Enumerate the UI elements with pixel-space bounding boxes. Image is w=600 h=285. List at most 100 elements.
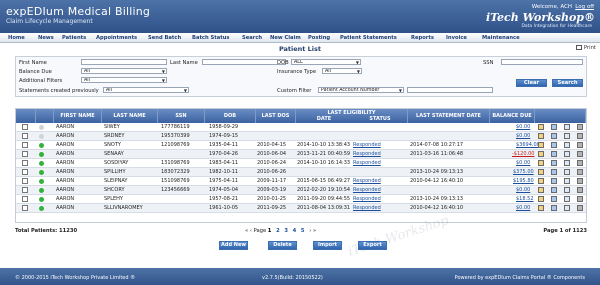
delete-row-icon[interactable]: [577, 124, 583, 130]
claim-icon[interactable]: [551, 142, 557, 148]
first-name-input[interactable]: [81, 59, 167, 65]
balance-link[interactable]: $0.00: [516, 124, 530, 130]
last-name-header[interactable]: LAST NAME: [102, 109, 158, 123]
claim-icon[interactable]: [551, 205, 557, 211]
last-name-input[interactable]: [202, 59, 286, 65]
eligibility-status-link[interactable]: Responded: [353, 196, 381, 202]
statements-select[interactable]: All: [103, 87, 189, 93]
nav-posting[interactable]: Posting: [308, 35, 330, 41]
nav-invoice[interactable]: Invoice: [446, 35, 467, 41]
last-page-icon[interactable]: »: [313, 228, 316, 234]
balance-link[interactable]: $0.00: [516, 187, 530, 193]
date-subheader[interactable]: DATE: [296, 116, 352, 123]
nav-home[interactable]: Home: [8, 35, 25, 41]
eligibility-status-link[interactable]: Responded: [353, 178, 381, 184]
logout-link[interactable]: Log off: [575, 4, 594, 10]
table-row[interactable]: AARON SLEIPNAY 151098769 1975-04-11 2009…: [16, 177, 586, 186]
claim-icon[interactable]: [551, 151, 557, 157]
last-dos-header[interactable]: LAST DOS: [256, 109, 296, 123]
edit-icon[interactable]: [538, 178, 544, 184]
edit-icon[interactable]: [538, 124, 544, 130]
claim-icon[interactable]: [551, 169, 557, 175]
table-row[interactable]: AARON SNOTY 121098769 1935-04-11 2010-04…: [16, 141, 586, 150]
page-3[interactable]: 3: [284, 228, 288, 234]
statement-date-header[interactable]: LAST STATEMENT DATE: [408, 109, 490, 123]
delete-row-icon[interactable]: [577, 187, 583, 193]
ssn-input[interactable]: [501, 59, 583, 65]
eligibility-status-link[interactable]: Responded: [353, 160, 381, 166]
page-2[interactable]: 2: [276, 228, 280, 234]
statement-icon[interactable]: [564, 151, 570, 157]
statement-icon[interactable]: [564, 133, 570, 139]
print-button[interactable]: Print: [575, 45, 596, 51]
eligibility-status-link[interactable]: Responded: [353, 142, 381, 148]
row-checkbox[interactable]: [22, 169, 28, 175]
edit-icon[interactable]: [538, 205, 544, 211]
claim-icon[interactable]: [551, 178, 557, 184]
table-row[interactable]: AARON SOSDIYAY 131098769 1983-04-11 2010…: [16, 159, 586, 168]
statement-icon[interactable]: [564, 178, 570, 184]
claim-icon[interactable]: [551, 187, 557, 193]
table-row[interactable]: AARON SIWEY 177786119 1958-09-29 $0.00: [16, 123, 586, 132]
balance-link[interactable]: $18.52: [516, 196, 534, 202]
edit-icon[interactable]: [538, 142, 544, 148]
delete-row-icon[interactable]: [577, 169, 583, 175]
prev-page-icon[interactable]: ‹: [250, 228, 252, 234]
claim-icon[interactable]: [551, 133, 557, 139]
edit-icon[interactable]: [538, 151, 544, 157]
delete-row-icon[interactable]: [577, 142, 583, 148]
row-checkbox[interactable]: [22, 124, 28, 130]
statement-icon[interactable]: [564, 124, 570, 130]
nav-maintenance[interactable]: Maintenance: [482, 35, 520, 41]
delete-row-icon[interactable]: [577, 160, 583, 166]
clear-button[interactable]: Clear: [516, 79, 547, 87]
first-page-icon[interactable]: «: [245, 228, 248, 234]
ssn-header[interactable]: SSN: [158, 109, 205, 123]
nav-news[interactable]: News: [38, 35, 54, 41]
export-button[interactable]: Export: [358, 241, 387, 250]
claim-icon[interactable]: [551, 160, 557, 166]
table-row[interactable]: AARON SHCORY 123456669 1974-05-04 2009-0…: [16, 186, 586, 195]
statement-icon[interactable]: [564, 187, 570, 193]
statement-icon[interactable]: [564, 196, 570, 202]
additional-filters-select[interactable]: All: [81, 77, 167, 83]
balance-link[interactable]: $3694.00: [516, 142, 540, 148]
edit-icon[interactable]: [538, 169, 544, 175]
row-checkbox[interactable]: [22, 142, 28, 148]
statement-icon[interactable]: [564, 142, 570, 148]
table-row[interactable]: AARON SENAAY 1970-04-26 2010-06-04 2013-…: [16, 150, 586, 159]
eligibility-status-link[interactable]: Responded: [353, 187, 381, 193]
row-checkbox[interactable]: [22, 178, 28, 184]
table-row[interactable]: AARON SPLEHY 1957-08-21 2010-01-25 2011-…: [16, 195, 586, 204]
page-5[interactable]: 5: [301, 228, 305, 234]
nav-search[interactable]: Search: [242, 35, 262, 41]
table-row[interactable]: AARON SLLIVNAROMEY 1961-10-05 2011-09-25…: [16, 204, 586, 213]
eligibility-status-link[interactable]: Responded: [353, 205, 381, 211]
row-checkbox[interactable]: [22, 133, 28, 139]
balance-link[interactable]: $195.80: [513, 178, 534, 184]
balance-link[interactable]: $0.00: [516, 160, 530, 166]
row-checkbox[interactable]: [22, 151, 28, 157]
nav-batch-status[interactable]: Batch Status: [192, 35, 230, 41]
balance-due-header[interactable]: BALANCE DUE: [490, 109, 535, 123]
edit-icon[interactable]: [538, 196, 544, 202]
page-1[interactable]: 1: [268, 228, 272, 234]
edit-icon[interactable]: [538, 187, 544, 193]
claim-icon[interactable]: [551, 124, 557, 130]
table-row[interactable]: AARON SRDNEY 195370399 1974-09-15 $0.00: [16, 132, 586, 141]
search-button[interactable]: Search: [552, 79, 583, 87]
delete-row-icon[interactable]: [577, 178, 583, 184]
delete-row-icon[interactable]: [577, 196, 583, 202]
balance-link[interactable]: $375.00: [513, 169, 534, 175]
add-new-button[interactable]: Add New: [219, 241, 248, 250]
eligibility-status-link[interactable]: Responded: [353, 151, 381, 157]
dob-header[interactable]: DOB: [205, 109, 256, 123]
statement-icon[interactable]: [564, 169, 570, 175]
custom-filter-select[interactable]: Patient Account Number: [318, 87, 404, 93]
balance-select[interactable]: All: [81, 68, 167, 74]
edit-icon[interactable]: [538, 133, 544, 139]
custom-filter-input[interactable]: [407, 87, 493, 93]
first-name-header[interactable]: FIRST NAME: [54, 109, 102, 123]
delete-row-icon[interactable]: [577, 133, 583, 139]
delete-row-icon[interactable]: [577, 151, 583, 157]
